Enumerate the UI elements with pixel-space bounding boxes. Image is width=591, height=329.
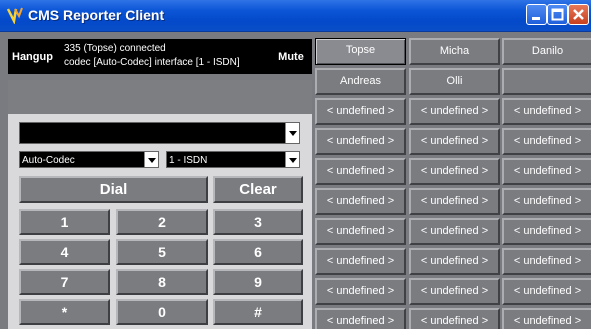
info-area — [8, 80, 312, 114]
minimize-icon — [532, 17, 540, 20]
chevron-down-icon[interactable] — [285, 152, 299, 167]
speed-dial-button[interactable]: < undefined > — [409, 248, 500, 275]
close-icon — [573, 9, 584, 20]
speed-dial-button[interactable]: < undefined > — [409, 188, 500, 215]
keypad-key[interactable]: 2 — [116, 209, 208, 235]
maximize-button[interactable] — [547, 4, 568, 25]
speed-dial-button[interactable]: Olli — [409, 68, 500, 95]
keypad-key[interactable]: 6 — [213, 239, 303, 265]
codec-select[interactable]: Auto-Codec — [19, 151, 159, 168]
speed-dial-button[interactable] — [502, 68, 591, 95]
speed-dial-button[interactable]: < undefined > — [502, 158, 591, 185]
speed-dial-button[interactable]: Andreas — [315, 68, 406, 95]
speed-dial-button[interactable]: < undefined > — [315, 158, 406, 185]
keypad-key[interactable]: 9 — [213, 269, 303, 295]
speed-dial-button[interactable]: < undefined > — [315, 308, 406, 329]
speed-dial-button[interactable]: < undefined > — [409, 278, 500, 305]
speed-dial-button[interactable]: < undefined > — [502, 188, 591, 215]
keypad-key[interactable]: 4 — [19, 239, 110, 265]
speed-dial-button[interactable]: < undefined > — [502, 98, 591, 125]
chevron-down-icon[interactable] — [285, 123, 299, 143]
speed-dial-button[interactable]: Topse — [315, 38, 406, 65]
speed-dial-button[interactable]: < undefined > — [502, 248, 591, 275]
speed-dial-button[interactable]: < undefined > — [409, 158, 500, 185]
close-button[interactable] — [568, 4, 589, 25]
clear-button[interactable]: Clear — [213, 176, 303, 203]
speed-dial-button[interactable]: < undefined > — [315, 98, 406, 125]
app-icon — [6, 7, 23, 24]
speed-dial-button[interactable]: < undefined > — [502, 218, 591, 245]
connection-details-text: codec [Auto-Codec] interface [1 - ISDN] — [64, 57, 240, 68]
keypad-key[interactable]: * — [19, 299, 110, 325]
interface-select[interactable]: 1 - ISDN — [166, 151, 300, 168]
interface-select-value: 1 - ISDN — [169, 155, 208, 166]
speed-dial-button[interactable]: < undefined > — [409, 308, 500, 329]
speed-dial-button[interactable]: < undefined > — [409, 98, 500, 125]
speed-dial-button[interactable]: < undefined > — [315, 248, 406, 275]
keypad-key[interactable]: # — [213, 299, 303, 325]
keypad-key[interactable]: 7 — [19, 269, 110, 295]
chevron-down-icon[interactable] — [144, 152, 158, 167]
speed-dial-button[interactable]: < undefined > — [502, 308, 591, 329]
speed-dial-button[interactable]: < undefined > — [409, 128, 500, 155]
keypad-key[interactable]: 5 — [116, 239, 208, 265]
keypad-key[interactable]: 8 — [116, 269, 208, 295]
keypad-key[interactable]: 3 — [213, 209, 303, 235]
keypad-key[interactable]: 0 — [116, 299, 208, 325]
speed-dial-button[interactable]: Micha — [409, 38, 500, 65]
speed-dial-button[interactable]: < undefined > — [409, 218, 500, 245]
speed-dial-button[interactable]: < undefined > — [315, 218, 406, 245]
number-input[interactable] — [19, 122, 300, 144]
hangup-button[interactable]: Hangup — [8, 39, 56, 74]
speed-dial-button[interactable]: < undefined > — [502, 278, 591, 305]
window-title: CMS Reporter Client — [28, 7, 165, 23]
minimize-button[interactable] — [526, 4, 547, 25]
mute-button[interactable]: Mute — [270, 39, 312, 74]
speed-dial-button[interactable]: < undefined > — [315, 128, 406, 155]
connection-status-text: 335 (Topse) connected — [64, 43, 166, 54]
codec-select-value: Auto-Codec — [22, 155, 75, 166]
speed-dial-button[interactable]: < undefined > — [502, 128, 591, 155]
maximize-icon — [551, 8, 564, 21]
speed-dial-button[interactable]: < undefined > — [315, 278, 406, 305]
title-bar[interactable]: CMS Reporter Client — [0, 0, 591, 32]
keypad-key[interactable]: 1 — [19, 209, 110, 235]
speed-dial-button[interactable]: Danilo — [502, 38, 591, 65]
app-window: CMS Reporter Client Hangup 335 (Topse) c… — [0, 0, 591, 329]
speed-dial-button[interactable]: < undefined > — [315, 188, 406, 215]
dial-button[interactable]: Dial — [19, 176, 208, 203]
